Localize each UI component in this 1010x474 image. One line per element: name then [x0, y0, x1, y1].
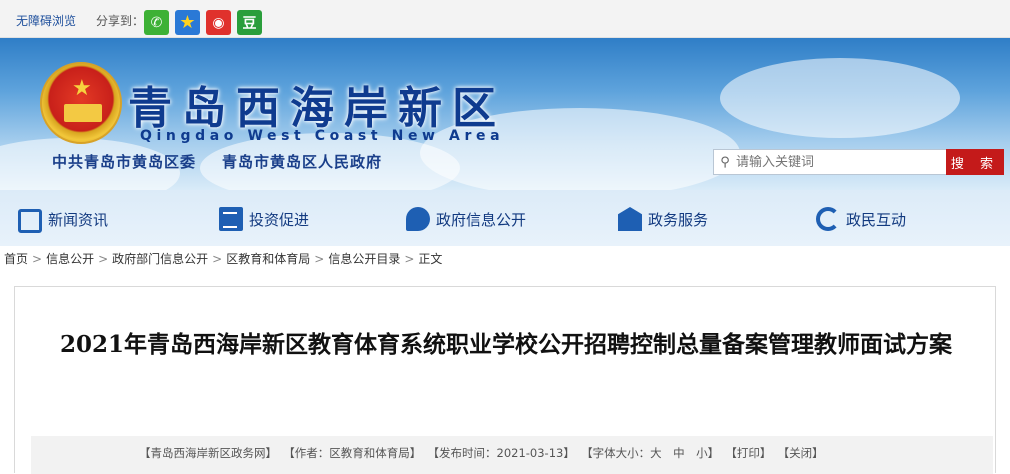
cloud-decoration	[720, 58, 960, 138]
qzone-share-icon[interactable]: ★	[175, 10, 200, 35]
weibo-share-icon[interactable]: ◉	[206, 10, 231, 35]
chat-icon	[406, 207, 430, 231]
national-emblem-icon: ★	[40, 62, 122, 144]
org-government: 青岛市黄岛区人民政府	[222, 153, 383, 171]
building-icon	[618, 207, 642, 231]
nav-item-news[interactable]: 新闻资讯	[18, 206, 109, 233]
breadcrumb-dept-info[interactable]: 政府部门信息公开	[112, 252, 208, 266]
print-link[interactable]: 【打印】	[731, 446, 771, 460]
search-icon: ⚲	[720, 154, 730, 170]
org-party-committee: 中共青岛市黄岛区委	[52, 153, 197, 171]
document-icon	[219, 207, 243, 231]
search-button[interactable]: 搜 索	[946, 149, 1004, 175]
nav-item-interaction[interactable]: 政民互动	[816, 206, 906, 232]
nav-item-gov-info[interactable]: 政府信息公开	[406, 206, 526, 232]
article-meta: 【青岛西海岸新区政务网】 【作者：区教育和体育局】 【发布时间：2021-03-13…	[31, 436, 993, 474]
refresh-icon	[816, 207, 840, 231]
breadcrumb-current: 正文	[418, 252, 443, 266]
breadcrumb-catalog[interactable]: 信息公开目录	[328, 252, 400, 266]
share-label: 分享到：	[96, 14, 145, 28]
article-title: 2021年青岛西海岸新区教育体育系统职业学校公开招聘控制总量备案管理教师面试方案	[59, 331, 952, 358]
meta-date: 【发布时间：2021-03-13】	[433, 446, 575, 460]
search-input[interactable]	[736, 154, 936, 170]
tv-icon	[18, 209, 42, 233]
nav-label: 投资促进	[249, 210, 310, 229]
nav-label: 政民互动	[846, 210, 907, 229]
breadcrumb: 首页 > 信息公开 > 政府部门信息公开 > 区教育和体育局 > 信息公开目录 > 正文	[4, 252, 443, 266]
douban-share-icon[interactable]: 豆	[237, 10, 262, 35]
accessibility-link[interactable]: 无障碍浏览	[16, 12, 76, 29]
nav-item-investment[interactable]: 投资促进	[219, 206, 309, 232]
nav-label: 新闻资讯	[48, 210, 109, 229]
site-subtitle: Qingdao West Coast New Area	[140, 128, 505, 144]
nav-label: 政府信息公开	[436, 210, 527, 229]
top-bar: 无障碍浏览 分享到： ✆ ★ ◉ 豆	[0, 0, 1010, 38]
close-link[interactable]: 【关闭】	[783, 446, 823, 460]
breadcrumb-education-bureau[interactable]: 区教育和体育局	[226, 252, 310, 266]
article-panel: 2021年青岛西海岸新区教育体育系统职业学校公开招聘控制总量备案管理教师面试方案…	[14, 286, 996, 474]
meta-source: 【青岛西海岸新区政务网】	[139, 446, 277, 460]
site-title[interactable]: 青岛西海岸新区	[128, 72, 506, 136]
meta-author: 【作者：区教育和体育局】	[289, 446, 422, 460]
nav-item-services[interactable]: 政务服务	[618, 206, 708, 232]
search-box: ⚲	[713, 149, 947, 175]
breadcrumb-info-public[interactable]: 信息公开	[46, 252, 94, 266]
breadcrumb-home[interactable]: 首页	[4, 252, 28, 266]
header-banner: ★ 青岛西海岸新区 Qingdao West Coast New Area 中共…	[0, 38, 1010, 190]
wechat-share-icon[interactable]: ✆	[144, 10, 169, 35]
organization-names: 中共青岛市黄岛区委 青岛市黄岛区人民政府	[52, 151, 382, 172]
nav-label: 政务服务	[648, 210, 709, 229]
meta-font-size[interactable]: 【字体大小：大 中 小】	[587, 446, 719, 460]
main-nav: 新闻资讯 投资促进 政府信息公开 政务服务 政民互动	[0, 190, 1010, 246]
